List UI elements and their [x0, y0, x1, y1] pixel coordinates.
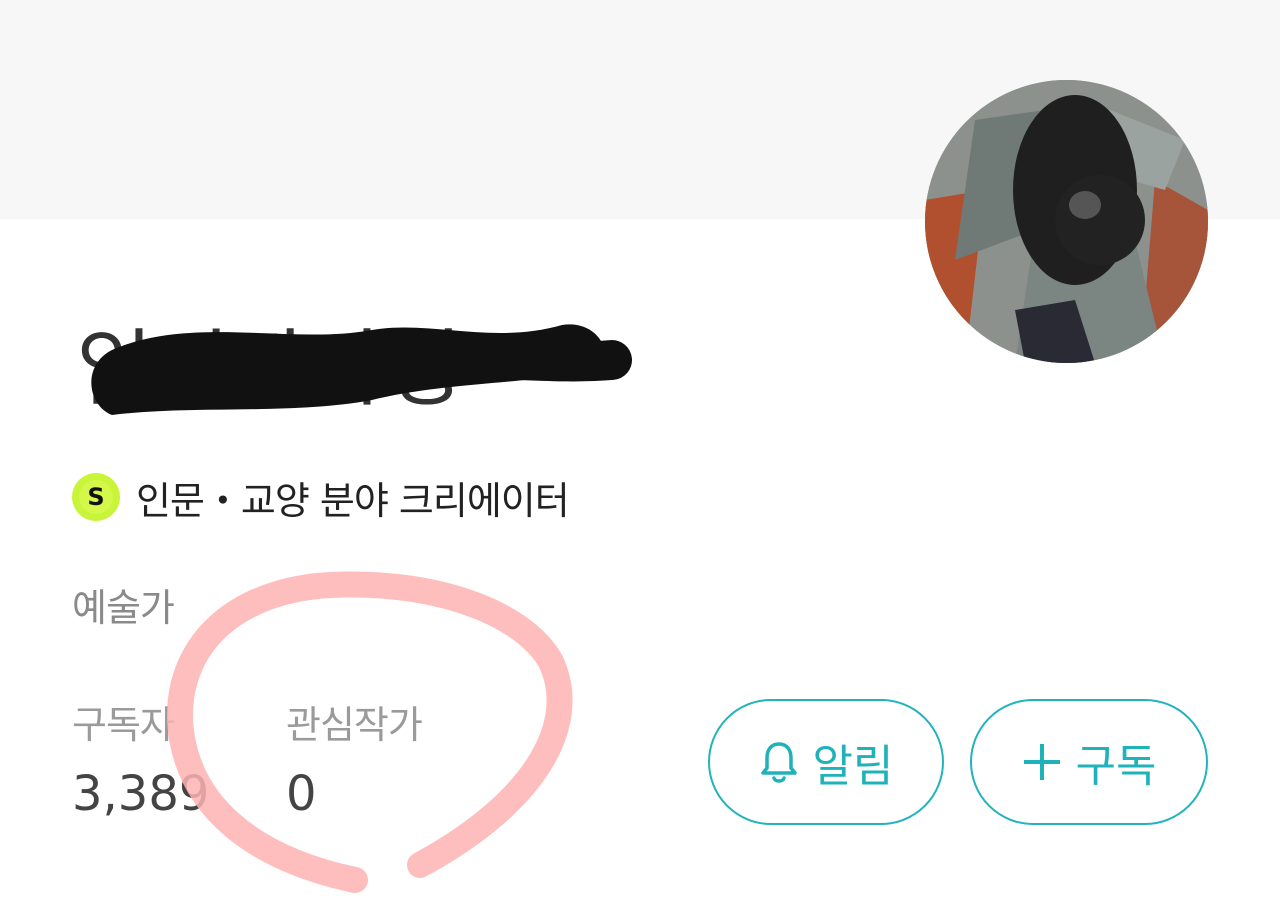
creator-category-row: S 인문・교양 분야 크리에이터: [72, 472, 570, 523]
subscribe-label: 구독: [1075, 741, 1157, 792]
author-name: 임시작가명: [72, 305, 632, 435]
profile-page: 임시작가명 S 인문・교양 분야 크리에이터 예술가 구독자 3,389 관심작…: [0, 0, 1280, 924]
author-job: 예술가: [72, 586, 175, 630]
subscribe-button[interactable]: 구독: [970, 699, 1208, 825]
redaction-scribble: [91, 324, 632, 415]
plus-icon: [1022, 742, 1062, 782]
notify-label: 알림: [812, 741, 894, 792]
following-stat[interactable]: 관심작가 0: [286, 700, 423, 824]
profile-avatar[interactable]: [925, 80, 1208, 363]
following-label: 관심작가: [286, 703, 423, 747]
creator-badge-letter: S: [79, 480, 113, 514]
notify-button[interactable]: 알림: [708, 699, 944, 825]
creator-badge-icon: S: [72, 473, 120, 521]
bell-icon: [759, 740, 799, 784]
following-count: 0: [286, 766, 317, 822]
subscribers-label: 구독자: [72, 703, 175, 747]
creator-category-label: 인문・교양 분야 크리에이터: [136, 478, 570, 523]
subscribers-stat[interactable]: 구독자 3,389: [72, 700, 209, 824]
subscribers-count: 3,389: [72, 766, 210, 822]
